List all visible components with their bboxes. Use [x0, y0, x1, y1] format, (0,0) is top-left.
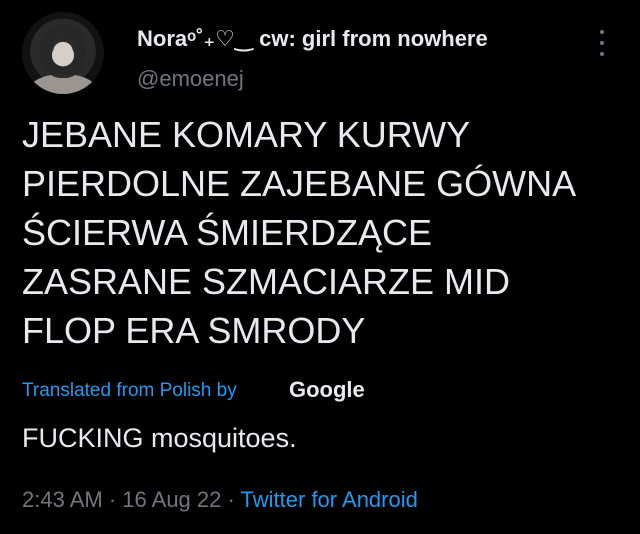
more-dot [600, 41, 604, 45]
tweet-date[interactable]: 16 Aug 22 [122, 487, 221, 512]
translation-text: FUCKING mosquitoes. [22, 423, 297, 453]
tweet-source-link[interactable]: Twitter for Android [241, 487, 418, 512]
translated-from-link[interactable]: Translated from Polish by [22, 380, 237, 402]
avatar-face [53, 42, 73, 66]
tweet-time[interactable]: 2:43 AM [22, 487, 103, 512]
tweet-meta: 2:43 AM · 16 Aug 22 · Twitter for Androi… [22, 487, 418, 513]
tweet-line: ŚCIERWA ŚMIERDZĄCE [22, 212, 433, 253]
tweet: Noraᵒ˚₊♡‿ cw: girl from nowhere @emoenej… [0, 0, 640, 534]
avatar[interactable] [22, 12, 104, 94]
author-display-name[interactable]: Noraᵒ˚₊♡‿ cw: girl from nowhere [137, 26, 488, 52]
tweet-line: FLOP ERA SMRODY [22, 310, 366, 351]
more-dot [600, 52, 604, 56]
more-options-icon[interactable] [590, 30, 614, 56]
meta-separator: · [102, 487, 123, 512]
meta-separator: · [221, 487, 241, 512]
tweet-text: JEBANE KOMARY KURWY PIERDOLNE ZAJEBANE G… [22, 110, 622, 355]
more-dot [600, 30, 604, 34]
tweet-line: PIERDOLNE ZAJEBANE GÓWNA [22, 163, 577, 204]
author-handle[interactable]: @emoenej [137, 66, 244, 92]
google-translate-logo: Google [289, 377, 365, 402]
tweet-line: JEBANE KOMARY KURWY [22, 114, 471, 155]
tweet-line: ZASRANE SZMACIARZE MID [22, 261, 511, 302]
